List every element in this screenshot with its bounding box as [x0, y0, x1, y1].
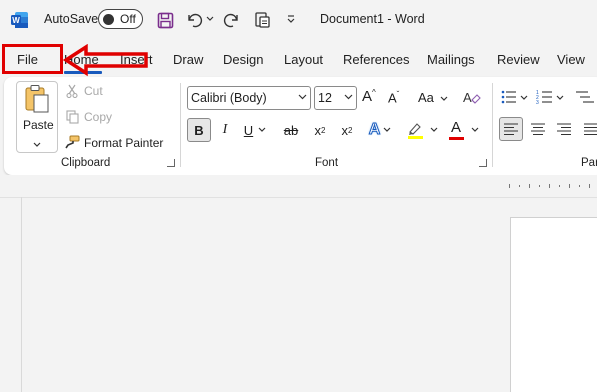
font-size-chevron-down-icon[interactable] — [344, 92, 353, 102]
autosave-state: Off — [120, 12, 136, 26]
subscript-button[interactable]: x2 — [310, 118, 330, 142]
font-group-label: Font — [315, 157, 339, 169]
ruler-area — [0, 175, 597, 197]
font-name-value: Calibri (Body) — [191, 91, 267, 105]
vertical-ruler-edge — [21, 197, 22, 392]
multilevel-list-icon[interactable] — [574, 88, 597, 108]
change-case-button[interactable]: Aa — [418, 90, 448, 105]
tab-references[interactable]: References — [343, 52, 409, 67]
tab-mailings[interactable]: Mailings — [427, 52, 475, 67]
tab-layout[interactable]: Layout — [284, 52, 323, 67]
underline-button[interactable]: U — [240, 118, 270, 142]
svg-text:3: 3 — [536, 100, 539, 106]
italic-button[interactable]: I — [215, 118, 235, 142]
undo-dropdown-chevron-icon[interactable] — [205, 14, 215, 24]
ruler-tick — [569, 184, 570, 188]
autosave-label: AutoSave — [44, 12, 99, 26]
paste-label: Paste — [23, 118, 54, 132]
tab-design[interactable]: Design — [223, 52, 263, 67]
clipboard-paste-icon — [24, 84, 50, 114]
font-name-combo[interactable]: Calibri (Body) — [187, 86, 311, 110]
paragraph-group-label: Par — [581, 157, 597, 169]
file-highlight-box — [2, 44, 63, 74]
word-logo-icon: W — [11, 11, 29, 29]
font-size-combo[interactable]: 12 — [314, 86, 357, 110]
toggle-knob — [103, 13, 114, 25]
redo-icon[interactable] — [222, 10, 242, 30]
superscript-button[interactable]: x2 — [337, 118, 357, 142]
font-color-chevron-down-icon — [471, 127, 479, 132]
font-launcher-icon[interactable] — [479, 159, 487, 167]
strikethrough-button[interactable]: ab — [280, 118, 302, 142]
text-effects-chevron-down-icon — [383, 127, 391, 132]
grow-font-caret-icon: ^ — [372, 88, 376, 97]
numbering-icon[interactable]: 1 2 3 — [536, 88, 566, 108]
shrink-font-button[interactable]: Aˇ — [388, 90, 399, 105]
align-left-icon — [504, 123, 518, 136]
clipboard-group-label: Clipboard — [61, 157, 111, 169]
highlight-chevron-down-icon — [430, 127, 438, 132]
highlight-color-button[interactable] — [406, 121, 442, 141]
shrink-font-glyph: A — [388, 90, 397, 106]
group-separator — [180, 83, 181, 167]
cut-icon[interactable] — [66, 84, 78, 99]
align-center-icon[interactable] — [527, 118, 549, 140]
shrink-font-caret-icon: ˇ — [396, 90, 400, 99]
font-size-value: 12 — [318, 91, 332, 105]
document-page[interactable] — [510, 217, 597, 392]
grow-font-button[interactable]: A^ — [362, 88, 376, 105]
svg-text:A: A — [463, 90, 472, 105]
bold-glyph: B — [194, 122, 204, 138]
ruler-tick — [529, 184, 530, 188]
ruler-tick — [539, 185, 540, 187]
document-title: Document1 - Word — [320, 12, 425, 26]
text-effects-icon: A — [368, 121, 381, 139]
tab-review[interactable]: Review — [497, 52, 540, 67]
ruler-tick — [509, 184, 510, 188]
cut-button[interactable]: Cut — [84, 84, 103, 98]
red-arrow-icon — [62, 44, 148, 77]
clipboard-launcher-icon[interactable] — [167, 159, 175, 167]
ruler-tick — [549, 184, 550, 188]
subscript-mark: 2 — [321, 125, 326, 135]
grow-font-glyph: A — [362, 88, 373, 105]
ruler-tick — [559, 185, 560, 187]
save-icon[interactable] — [155, 10, 175, 30]
underline-glyph: U — [243, 122, 254, 138]
superscript-mark: 2 — [348, 125, 353, 135]
change-case-glyph: Aa — [418, 90, 434, 105]
text-effects-button[interactable]: A — [363, 118, 397, 142]
font-color-glyph: A — [451, 119, 462, 136]
tab-view[interactable]: View — [557, 52, 585, 67]
copy-icon[interactable] — [66, 110, 79, 124]
group-separator — [492, 83, 493, 167]
touch-mode-icon[interactable] — [252, 10, 272, 30]
justify-icon[interactable] — [580, 118, 597, 140]
underline-chevron-down-icon — [258, 127, 266, 132]
ruler-tick — [589, 184, 590, 188]
align-left-button[interactable] — [499, 117, 523, 141]
format-painter-icon[interactable] — [64, 135, 80, 149]
font-name-chevron-down-icon[interactable] — [298, 92, 307, 102]
document-canvas[interactable] — [0, 197, 597, 392]
ruler-tick — [519, 185, 520, 187]
bullets-icon[interactable] — [500, 88, 530, 108]
font-color-bar — [449, 137, 464, 140]
format-painter-button[interactable]: Format Painter — [84, 136, 163, 150]
paste-chevron-down-icon[interactable] — [33, 137, 41, 151]
svg-text:W: W — [12, 16, 20, 25]
align-right-icon[interactable] — [553, 118, 575, 140]
clear-formatting-icon[interactable]: A — [461, 88, 481, 108]
undo-icon[interactable] — [184, 10, 204, 30]
tab-draw[interactable]: Draw — [173, 52, 203, 67]
font-color-button[interactable]: A — [448, 118, 482, 142]
copy-button[interactable]: Copy — [84, 110, 112, 124]
customize-toolbar-icon[interactable] — [285, 12, 297, 26]
highlighter-icon — [408, 123, 423, 139]
autosave-toggle[interactable]: Off — [98, 9, 143, 29]
change-case-chevron-down-icon — [440, 96, 447, 101]
ruler-tick — [579, 185, 580, 187]
